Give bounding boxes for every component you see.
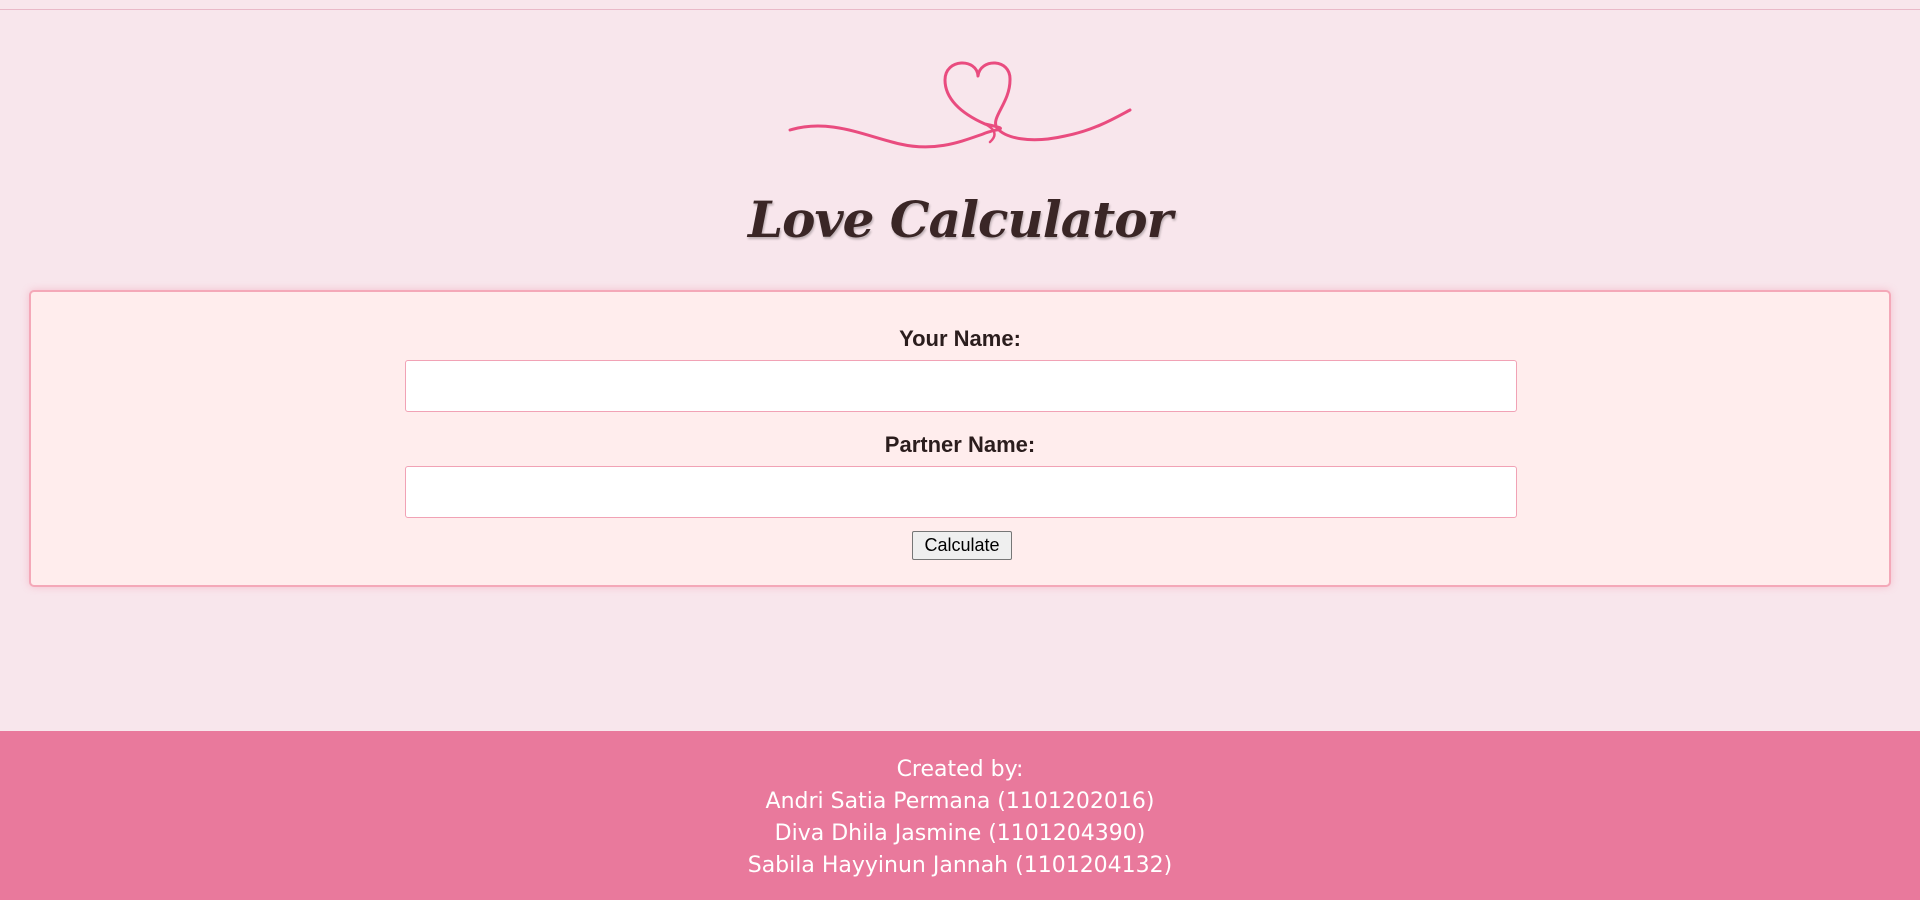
your-name-label: Your Name: bbox=[899, 326, 1021, 351]
footer: Created by: Andri Satia Permana (1101202… bbox=[0, 731, 1920, 900]
calculate-button[interactable]: Calculate bbox=[912, 531, 1012, 560]
top-divider bbox=[0, 0, 1920, 10]
your-name-input[interactable] bbox=[405, 360, 1517, 412]
partner-name-input[interactable] bbox=[405, 466, 1517, 518]
page-title: Love Calculator bbox=[748, 190, 1173, 249]
author-line: Diva Dhila Jasmine (1101204390) bbox=[774, 821, 1146, 846]
calculator-form: Your Name: Partner Name: Calculate bbox=[29, 290, 1891, 587]
heart-ribbon-icon bbox=[788, 61, 1132, 149]
created-by-label: Created by: bbox=[896, 757, 1024, 782]
author-line: Sabila Hayyinun Jannah (1101204132) bbox=[747, 853, 1173, 878]
author-line: Andri Satia Permana (1101202016) bbox=[765, 789, 1155, 814]
partner-name-label: Partner Name: bbox=[884, 432, 1036, 457]
